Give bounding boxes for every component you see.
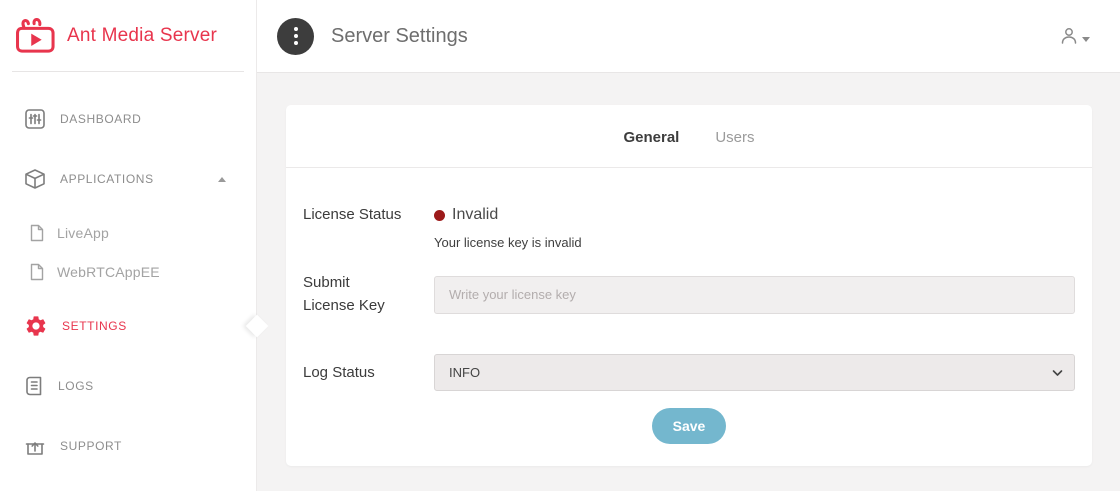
license-status-label: License Status: [303, 206, 434, 250]
log-status-label: Log Status: [303, 364, 434, 381]
content-area: General Users License Status Invalid You…: [257, 73, 1120, 466]
logs-icon: [24, 375, 44, 397]
license-status-value-block: Invalid Your license key is invalid: [434, 206, 1075, 250]
tab-bar: General Users: [286, 105, 1092, 167]
license-status-row: License Status Invalid Your license key …: [303, 206, 1075, 250]
log-status-select[interactable]: INFO: [434, 354, 1075, 391]
sidebar-nav: DASHBOARD APPLICATIONS: [0, 72, 256, 469]
status-dot-icon: [434, 210, 445, 221]
sidebar-item-webrtcappee[interactable]: WebRTCAppEE: [0, 255, 256, 289]
license-status-value: Invalid: [452, 206, 498, 224]
applications-icon: [24, 168, 46, 190]
file-icon: [29, 263, 45, 281]
chevron-down-icon: [1082, 37, 1090, 42]
page-title: Server Settings: [331, 25, 468, 48]
sidebar: Ant Media Server DASHBOARD: [0, 0, 257, 491]
sidebar-item-label: WebRTCAppEE: [57, 264, 160, 280]
dots-icon: [294, 27, 298, 31]
log-status-row: Log Status INFO: [303, 354, 1075, 391]
sidebar-item-label: LOGS: [58, 379, 94, 393]
sidebar-item-dashboard[interactable]: DASHBOARD: [0, 96, 256, 142]
sidebar-item-settings[interactable]: SETTINGS: [0, 303, 256, 349]
sidebar-item-label: APPLICATIONS: [60, 172, 154, 186]
app-root: Ant Media Server DASHBOARD: [0, 0, 1120, 491]
sidebar-item-liveapp[interactable]: LiveApp: [0, 216, 256, 250]
save-button[interactable]: Save: [652, 408, 727, 444]
license-status-detail: Your license key is invalid: [434, 235, 1075, 250]
ant-media-logo-icon: [14, 18, 58, 54]
header: Server Settings: [257, 0, 1120, 73]
gear-icon: [24, 314, 48, 338]
main-area: Server Settings General Users: [257, 0, 1120, 491]
sidebar-item-applications[interactable]: APPLICATIONS: [0, 156, 256, 202]
license-status-line: Invalid: [434, 206, 1075, 224]
sidebar-item-label: SUPPORT: [60, 439, 122, 453]
log-status-value: INFO: [434, 354, 1075, 391]
menu-toggle-button[interactable]: [277, 18, 314, 55]
sidebar-item-logs[interactable]: LOGS: [0, 363, 256, 409]
settings-card: General Users License Status Invalid You…: [286, 105, 1092, 466]
save-row: Save: [303, 408, 1075, 444]
sidebar-item-label: DASHBOARD: [60, 112, 141, 126]
submit-license-value: [434, 276, 1075, 314]
sidebar-item-support[interactable]: SUPPORT: [0, 423, 256, 469]
file-icon: [29, 224, 45, 242]
sidebar-item-label: LiveApp: [57, 225, 109, 241]
log-status-select-wrap: INFO: [434, 354, 1075, 391]
tab-general[interactable]: General: [623, 129, 679, 146]
settings-form: License Status Invalid Your license key …: [286, 168, 1092, 444]
license-key-input[interactable]: [434, 276, 1075, 314]
user-icon: [1059, 26, 1079, 46]
tab-users[interactable]: Users: [715, 129, 754, 146]
dashboard-icon: [24, 108, 46, 130]
submit-license-row: Submit License Key: [303, 272, 1075, 317]
support-box-icon: [24, 435, 46, 457]
user-menu-button[interactable]: [1059, 26, 1090, 46]
logo[interactable]: Ant Media Server: [0, 0, 256, 71]
submit-license-label: Submit License Key: [303, 272, 434, 317]
collapse-caret-icon[interactable]: [218, 177, 226, 182]
sidebar-item-label: SETTINGS: [62, 319, 127, 333]
logo-text: Ant Media Server: [67, 25, 217, 47]
